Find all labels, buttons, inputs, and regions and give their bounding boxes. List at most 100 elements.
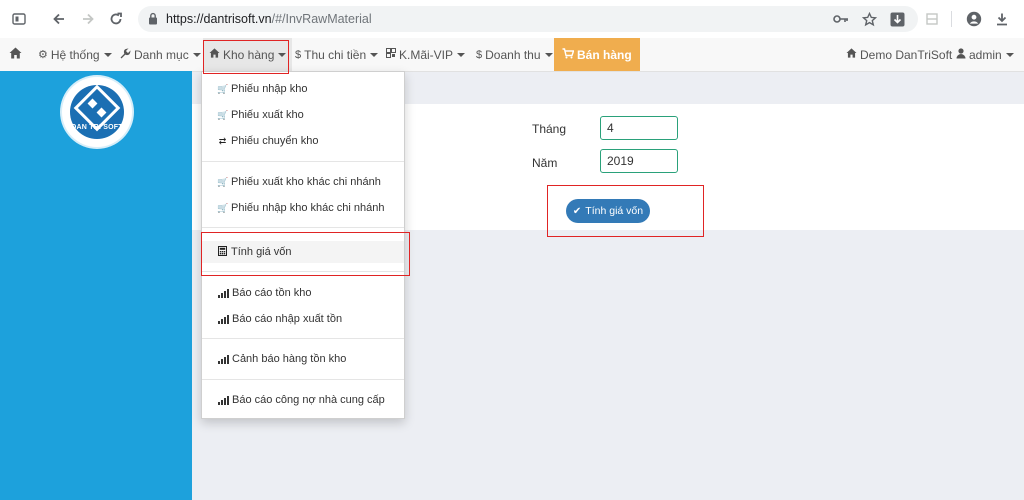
company-logo: DAN TRI SOFT — [62, 77, 132, 147]
basket-icon: 🛒 — [217, 109, 229, 120]
home-icon — [9, 47, 22, 62]
home-nav-button[interactable] — [9, 38, 22, 71]
check-icon: ✔ — [572, 205, 582, 217]
nav-label: Kho hàng — [223, 47, 275, 62]
user-label: admin — [969, 47, 1002, 62]
address-bar[interactable]: https://dantrisoft.vn/#/InvRawMaterial — [138, 6, 918, 32]
caret-down-icon — [103, 52, 112, 57]
caret-down-icon — [278, 52, 287, 57]
tab-icon[interactable] — [8, 8, 30, 30]
nav-label: Thu chi tiền — [304, 47, 367, 62]
basket-icon: 🛒 — [217, 202, 229, 213]
caret-down-icon — [370, 52, 379, 57]
caret-down-icon — [544, 52, 553, 57]
back-icon[interactable] — [48, 8, 70, 30]
downloads-icon[interactable] — [991, 8, 1013, 30]
forward-icon[interactable] — [77, 8, 99, 30]
menu-divider — [202, 338, 404, 339]
calculate-cost-button[interactable]: ✔ Tính giá vốn — [566, 199, 650, 223]
reload-icon[interactable] — [105, 8, 127, 30]
gear-icon: ⚙ — [38, 49, 48, 61]
key-icon[interactable] — [830, 8, 852, 30]
nav-he-thong[interactable]: ⚙ Hệ thống — [38, 38, 112, 71]
signal-icon — [218, 395, 229, 405]
basket-icon: 🛒 — [217, 176, 229, 187]
month-label: Tháng — [532, 122, 567, 136]
menu-divider — [202, 161, 404, 162]
menu-item-bao-cao-cong-no-nha-cung-cap[interactable]: Báo cáo công nợ nhà cung cấp — [202, 389, 404, 411]
menu-item-label: Phiếu xuất kho khác chi nhánh — [231, 176, 381, 188]
kho-hang-dropdown: 🛒 Phiếu nhập kho 🛒 Phiếu xuất kho ⇄ Phiế… — [201, 71, 405, 419]
nav-label: Doanh thu — [485, 47, 541, 62]
nav-kmai-vip[interactable]: K.Mãi-VIP — [386, 38, 466, 71]
lock-icon — [148, 12, 158, 28]
caret-down-icon — [1005, 52, 1014, 57]
star-icon[interactable] — [858, 8, 880, 30]
nav-kho-hang[interactable]: Kho hàng — [203, 38, 293, 71]
signal-icon — [218, 354, 229, 364]
menu-item-tinh-gia-von[interactable]: Tính giá vốn — [202, 241, 404, 263]
menu-item-label: Báo cáo tồn kho — [232, 287, 312, 299]
year-label: Năm — [532, 156, 558, 170]
menu-divider — [202, 227, 404, 228]
sidebar: DAN TRI SOFT — [0, 71, 192, 500]
menu-item-phieu-xuat-kho-khac-chi-nhanh[interactable]: 🛒 Phiếu xuất kho khác chi nhánh — [202, 171, 404, 193]
home-icon — [209, 48, 220, 61]
nav-thu-chi-tien[interactable]: $ Thu chi tiền — [295, 38, 379, 71]
url-path: /#/InvRawMaterial — [271, 12, 372, 26]
menu-item-phieu-chuyen-kho[interactable]: ⇄ Phiếu chuyển kho — [202, 130, 404, 152]
menu-item-label: Báo cáo nhập xuất tồn — [232, 313, 343, 325]
cart-icon — [562, 47, 575, 62]
nav-label: Danh mục — [134, 47, 189, 62]
menu-item-bao-cao-ton-kho[interactable]: Báo cáo tồn kho — [202, 282, 404, 304]
menu-item-canh-bao-hang-ton-kho[interactable]: Cảnh báo hàng tồn kho — [202, 348, 404, 370]
user-menu[interactable]: admin — [956, 38, 1014, 71]
menu-item-label: Phiếu nhập kho — [231, 83, 308, 95]
sell-label: Bán hàng — [577, 47, 632, 62]
caret-down-icon — [457, 52, 466, 57]
toolbar-divider — [951, 11, 952, 27]
qrcode-icon — [386, 48, 396, 61]
month-input[interactable] — [600, 116, 678, 140]
basket-icon: 🛒 — [217, 83, 229, 94]
user-icon — [956, 47, 966, 62]
home-icon — [846, 48, 857, 61]
dollar-icon: $ — [476, 48, 483, 61]
caret-down-icon — [192, 52, 201, 57]
nav-label: Hệ thống — [50, 47, 100, 62]
nav-doanh-thu[interactable]: $ Doanh thu — [476, 38, 553, 71]
dollar-icon: $ — [295, 48, 302, 61]
calculator-icon — [217, 246, 228, 258]
menu-item-phieu-nhap-kho[interactable]: 🛒 Phiếu nhập kho — [202, 78, 404, 100]
top-navbar: ⚙ Hệ thống Danh mục Kho hàng $ Thu chi t… — [0, 38, 1024, 72]
profile-icon[interactable] — [963, 8, 985, 30]
company-link[interactable]: Demo DanTriSoft — [846, 38, 952, 71]
menu-divider — [202, 379, 404, 380]
year-input[interactable] — [600, 149, 678, 173]
extension-icon[interactable] — [921, 8, 943, 30]
menu-item-label: Tính giá vốn — [231, 246, 292, 258]
sell-button[interactable]: Bán hàng — [554, 38, 640, 71]
menu-divider — [202, 271, 404, 272]
logo-text: DAN TRI SOFT — [71, 124, 123, 131]
nav-danh-muc[interactable]: Danh mục — [120, 38, 201, 71]
calculate-cost-label: Tính giá vốn — [585, 205, 644, 217]
company-label: Demo DanTriSoft — [860, 47, 953, 62]
signal-icon — [218, 288, 229, 298]
url-text: https://dantrisoft.vn/#/InvRawMaterial — [166, 12, 372, 26]
menu-item-label: Phiếu nhập kho khác chi nhánh — [231, 202, 385, 214]
menu-item-label: Báo cáo công nợ nhà cung cấp — [232, 394, 385, 406]
wrench-icon — [120, 47, 131, 62]
menu-item-label: Cảnh báo hàng tồn kho — [232, 353, 347, 365]
browser-toolbar: https://dantrisoft.vn/#/InvRawMaterial — [0, 0, 1024, 39]
url-host: https://dantrisoft.vn — [166, 12, 272, 26]
menu-item-phieu-xuat-kho[interactable]: 🛒 Phiếu xuất kho — [202, 104, 404, 126]
menu-item-phieu-nhap-kho-khac-chi-nhanh[interactable]: 🛒 Phiếu nhập kho khác chi nhánh — [202, 197, 404, 219]
menu-item-label: Phiếu chuyển kho — [231, 135, 319, 147]
transfer-icon: ⇄ — [218, 135, 227, 146]
menu-item-bao-cao-nhap-xuat-ton[interactable]: Báo cáo nhập xuất tồn — [202, 308, 404, 330]
download-ext-icon[interactable] — [886, 8, 908, 30]
menu-item-label: Phiếu xuất kho — [231, 109, 304, 121]
signal-icon — [218, 314, 229, 324]
nav-label: K.Mãi-VIP — [399, 47, 454, 62]
